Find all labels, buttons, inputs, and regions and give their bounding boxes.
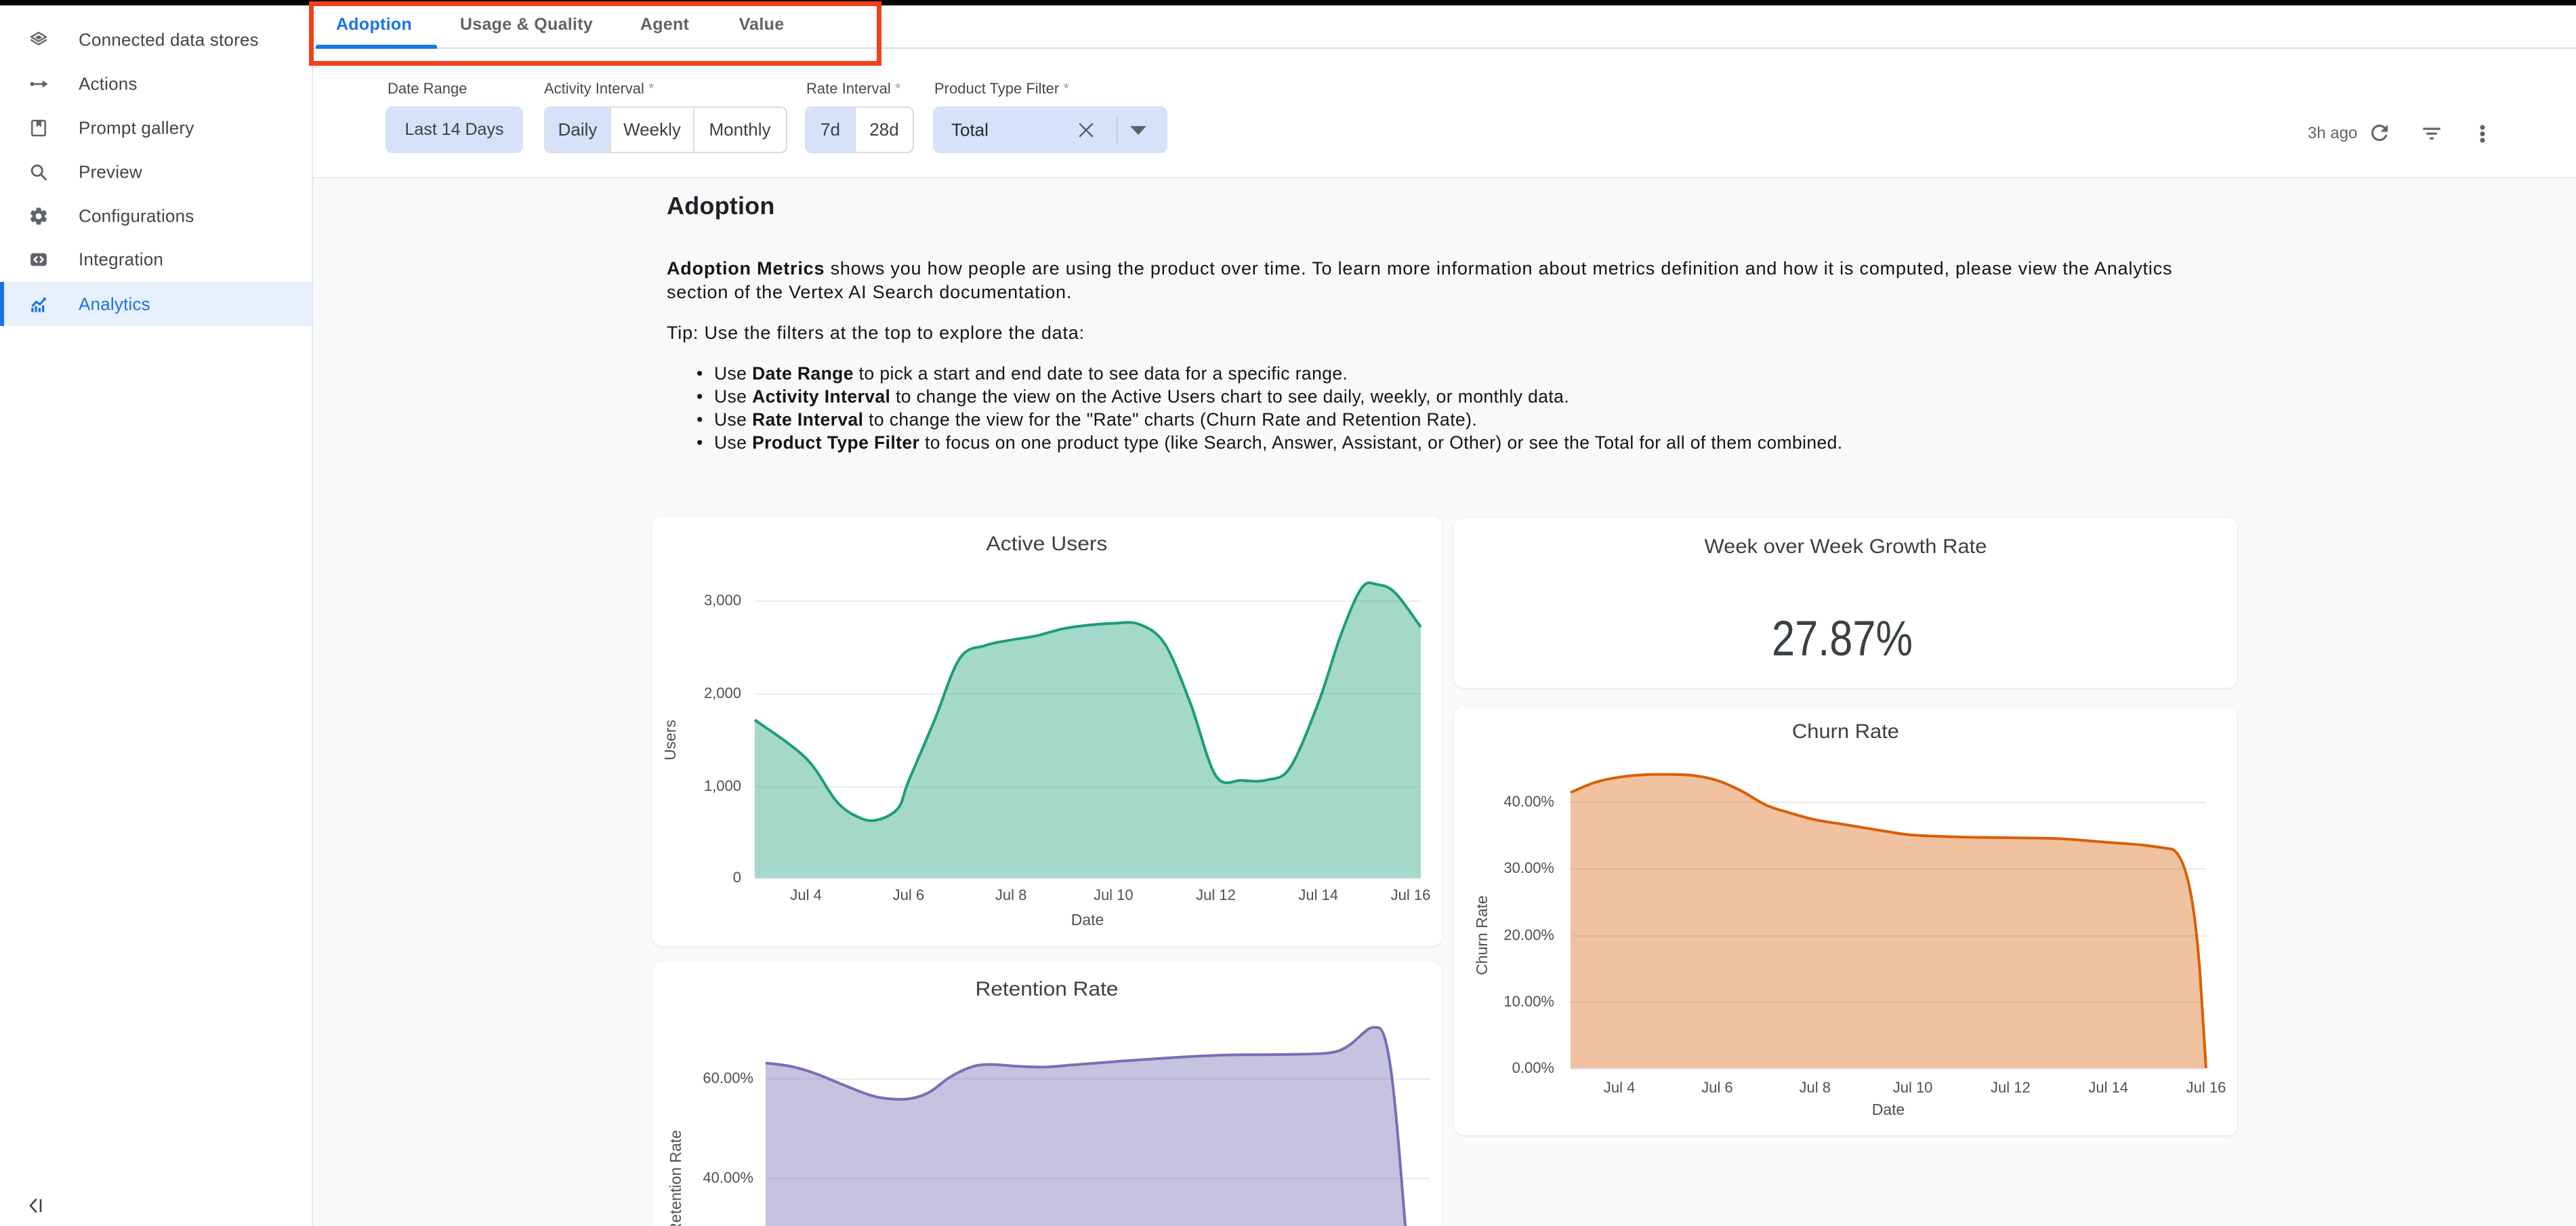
svg-text:Jul 6: Jul 6 — [1701, 1079, 1732, 1096]
svg-text:40.00%: 40.00% — [1503, 793, 1554, 810]
svg-text:60.00%: 60.00% — [703, 1069, 753, 1086]
svg-text:Jul 16: Jul 16 — [1391, 886, 1431, 903]
svg-text:Retention Rate: Retention Rate — [667, 1130, 684, 1226]
svg-text:0.00%: 0.00% — [1512, 1059, 1554, 1076]
svg-text:27.87%: 27.87% — [1772, 611, 1913, 666]
svg-text:Week over Week Growth Rate: Week over Week Growth Rate — [1705, 535, 1987, 558]
svg-text:Users: Users — [661, 720, 679, 760]
svg-text:10.00%: 10.00% — [1503, 993, 1554, 1010]
svg-text:Jul 14: Jul 14 — [2088, 1079, 2128, 1096]
svg-text:Jul 4: Jul 4 — [790, 886, 821, 903]
svg-text:Jul 12: Jul 12 — [1991, 1079, 2031, 1096]
svg-text:0: 0 — [733, 869, 741, 886]
svg-text:Date: Date — [1872, 1101, 1905, 1118]
svg-text:Jul 8: Jul 8 — [995, 886, 1026, 903]
svg-text:3,000: 3,000 — [704, 592, 741, 609]
svg-text:30.00%: 30.00% — [1503, 859, 1554, 876]
svg-text:40.00%: 40.00% — [703, 1169, 753, 1186]
svg-text:Jul 10: Jul 10 — [1893, 1079, 1933, 1096]
svg-text:Jul 8: Jul 8 — [1800, 1079, 1831, 1096]
svg-text:Churn Rate: Churn Rate — [1792, 720, 1899, 743]
svg-text:Active Users: Active Users — [986, 533, 1108, 555]
svg-text:Churn Rate: Churn Rate — [1473, 895, 1491, 975]
svg-text:Jul 12: Jul 12 — [1196, 886, 1236, 903]
svg-text:2,000: 2,000 — [704, 684, 741, 701]
svg-text:1,000: 1,000 — [704, 777, 741, 794]
svg-text:20.00%: 20.00% — [1503, 926, 1554, 943]
svg-text:Jul 10: Jul 10 — [1094, 886, 1134, 903]
svg-text:Jul 14: Jul 14 — [1298, 886, 1338, 903]
svg-text:Jul 16: Jul 16 — [2186, 1079, 2226, 1096]
svg-text:Jul 6: Jul 6 — [893, 886, 924, 903]
svg-text:Date: Date — [1071, 911, 1104, 928]
svg-text:Retention Rate: Retention Rate — [976, 978, 1119, 1000]
svg-text:Jul 4: Jul 4 — [1604, 1079, 1635, 1096]
